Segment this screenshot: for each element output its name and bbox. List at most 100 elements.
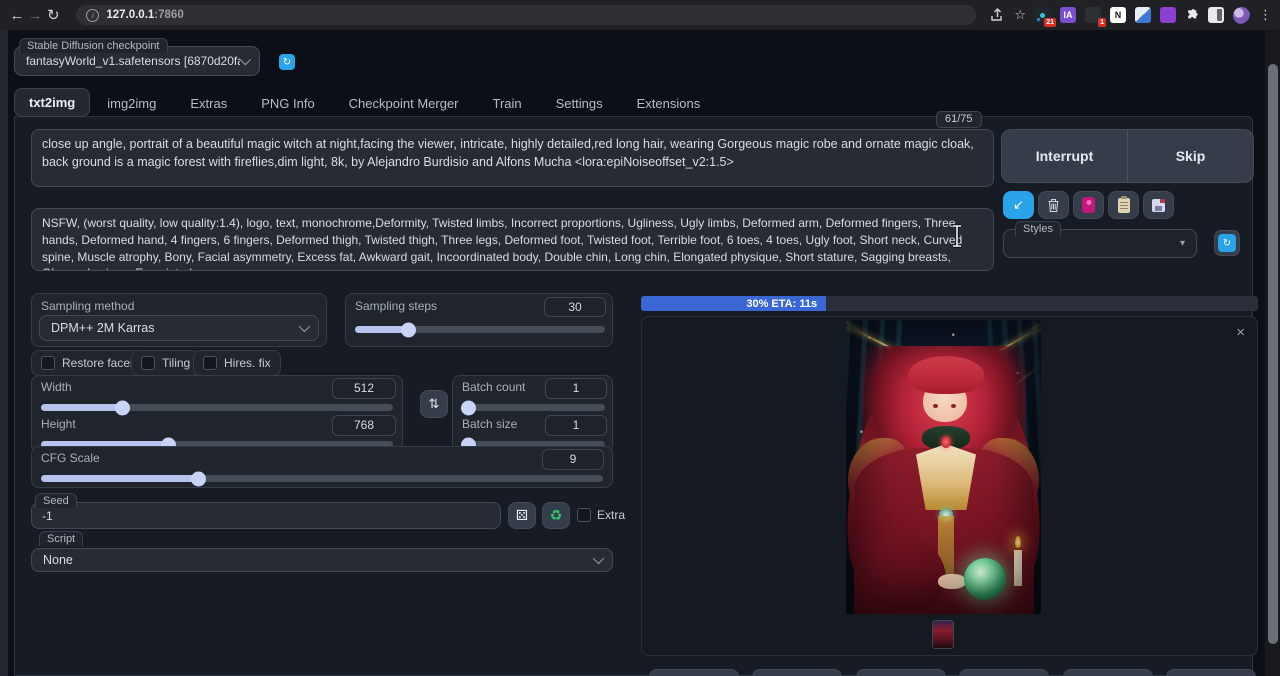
slider-fill[interactable] xyxy=(41,404,122,411)
extension-blue-icon[interactable] xyxy=(1135,7,1151,23)
text-cursor xyxy=(950,224,964,248)
token-counter: 61/75 xyxy=(936,111,982,128)
output-buttons-row xyxy=(649,669,1256,676)
site-info-icon[interactable]: i xyxy=(86,9,99,22)
txt2img-panel: 61/75 close up angle, portrait of a beau… xyxy=(14,116,1253,676)
output-button[interactable] xyxy=(649,669,739,676)
slider-fill[interactable] xyxy=(355,326,408,333)
tab-train[interactable]: Train xyxy=(476,90,539,117)
tab-extras[interactable]: Extras xyxy=(173,90,244,117)
output-button[interactable] xyxy=(1166,669,1256,676)
seed-extra-option[interactable]: Extra xyxy=(577,508,625,522)
script-dropdown[interactable]: None xyxy=(31,548,613,572)
tab-checkpoint-merger[interactable]: Checkpoint Merger xyxy=(332,90,476,117)
cfg-scale-label: CFG Scale xyxy=(41,451,100,465)
bookmark-star-icon[interactable]: ☆ xyxy=(1014,7,1026,23)
address-bar[interactable]: i 127.0.0.1:7860 xyxy=(76,5,976,25)
height-input[interactable]: 768 xyxy=(332,415,396,436)
cfg-scale-slider[interactable] xyxy=(41,475,603,482)
height-label: Height xyxy=(41,417,76,431)
slider-fill[interactable] xyxy=(41,475,198,482)
extension-violet-icon[interactable] xyxy=(1160,7,1176,23)
sampling-method-value: DPM++ 2M Karras xyxy=(51,321,155,335)
sidebar-panel-icon[interactable] xyxy=(1208,7,1224,23)
restore-faces-option[interactable]: Restore faces xyxy=(31,350,146,376)
batch-count-slider[interactable] xyxy=(462,404,605,411)
forward-icon[interactable]: → xyxy=(26,7,44,24)
sampling-steps-slider[interactable] xyxy=(355,326,605,333)
sampling-method-dropdown[interactable]: DPM++ 2M Karras xyxy=(39,315,319,341)
progress-fill: 30% ETA: 11s xyxy=(641,296,826,311)
batch-count-input[interactable]: 1 xyxy=(545,378,607,399)
tab-settings[interactable]: Settings xyxy=(539,90,620,117)
extension-camera-icon[interactable]: 1 xyxy=(1085,7,1101,23)
profile-avatar[interactable] xyxy=(1233,7,1250,24)
slider-fill[interactable] xyxy=(462,404,468,411)
tiling-label: Tiling xyxy=(162,356,190,370)
chevron-down-icon: ▾ xyxy=(1180,238,1185,249)
chevron-down-icon xyxy=(299,321,310,332)
generate-actions: Interrupt Skip xyxy=(1001,129,1254,183)
negative-prompt-textarea[interactable]: NSFW, (worst quality, low quality:1.4), … xyxy=(31,208,994,271)
tab-txt2img[interactable]: txt2img xyxy=(14,88,90,117)
restore-faces-label: Restore faces xyxy=(62,356,136,370)
extra-networks-button[interactable] xyxy=(1073,191,1104,219)
swap-dimensions-button[interactable]: ⇅ xyxy=(420,390,448,418)
hires-fix-checkbox[interactable] xyxy=(203,356,217,370)
progress-text: 30% ETA: 11s xyxy=(746,298,826,310)
skip-button[interactable]: Skip xyxy=(1128,130,1253,182)
generated-image[interactable] xyxy=(846,320,1041,614)
chevron-down-icon xyxy=(240,54,251,65)
dimensions-block: Width 512 Height 768 xyxy=(31,375,403,453)
reuse-seed-recycle-button[interactable]: ♻ xyxy=(542,502,570,529)
tiling-option[interactable]: Tiling xyxy=(131,350,200,376)
width-input[interactable]: 512 xyxy=(332,378,396,399)
tab-png-info[interactable]: PNG Info xyxy=(244,90,331,117)
sampling-steps-input[interactable]: 30 xyxy=(544,297,606,317)
random-seed-dice-button[interactable]: ⚄ xyxy=(508,502,536,529)
hires-fix-option[interactable]: Hires. fix xyxy=(193,350,281,376)
batch-size-input[interactable]: 1 xyxy=(545,415,607,436)
paste-generation-params-button[interactable]: ↙ xyxy=(1003,191,1034,219)
restore-faces-checkbox[interactable] xyxy=(41,356,55,370)
extensions-puzzle-icon[interactable] xyxy=(1185,8,1199,22)
tab-img2img[interactable]: img2img xyxy=(90,90,173,117)
url-host: 127.0.0.1 xyxy=(106,9,154,21)
tab-extensions[interactable]: Extensions xyxy=(620,90,718,117)
gallery-thumbnail[interactable] xyxy=(932,620,954,649)
clear-prompt-button[interactable] xyxy=(1038,191,1069,219)
batch-count-label: Batch count xyxy=(462,380,525,394)
width-slider[interactable] xyxy=(41,404,393,411)
main-tabs: txt2img img2img Extras PNG Info Checkpoi… xyxy=(14,89,717,117)
scrollbar-track[interactable] xyxy=(1265,30,1280,676)
prompt-textarea[interactable]: close up angle, portrait of a beautiful … xyxy=(31,129,994,187)
browser-menu-icon[interactable]: ⋮ xyxy=(1259,7,1272,23)
output-button[interactable] xyxy=(1063,669,1153,676)
close-icon[interactable]: × xyxy=(1236,325,1245,340)
batch-block: Batch count 1 Batch size 1 xyxy=(452,375,613,453)
extension-teal-icon[interactable]: 21 xyxy=(1035,7,1051,23)
save-floppy-icon xyxy=(1152,199,1165,212)
extension-badge: 1 xyxy=(1098,18,1106,27)
styles-refresh-button[interactable]: ↻ xyxy=(1214,230,1240,256)
tiling-checkbox[interactable] xyxy=(141,356,155,370)
output-button[interactable] xyxy=(959,669,1049,676)
width-label: Width xyxy=(41,380,72,394)
extension-ia-icon[interactable]: IA xyxy=(1060,7,1076,23)
apply-style-button[interactable] xyxy=(1108,191,1139,219)
save-style-button[interactable] xyxy=(1143,191,1174,219)
output-button[interactable] xyxy=(856,669,946,676)
output-button[interactable] xyxy=(752,669,842,676)
checkpoint-refresh-button[interactable]: ↻ xyxy=(279,54,295,70)
back-icon[interactable]: ← xyxy=(8,7,26,24)
seed-extra-checkbox[interactable] xyxy=(577,508,591,522)
scrollbar-thumb[interactable] xyxy=(1268,64,1278,644)
share-icon[interactable] xyxy=(990,8,1005,22)
sampling-method-label: Sampling method xyxy=(41,299,134,313)
seed-input[interactable]: -1 xyxy=(31,502,501,529)
cfg-scale-input[interactable]: 9 xyxy=(542,449,604,470)
reload-icon[interactable]: ↻ xyxy=(44,6,62,24)
interrupt-button[interactable]: Interrupt xyxy=(1002,130,1127,182)
extension-notion-icon[interactable]: N xyxy=(1110,7,1126,23)
clipboard-icon xyxy=(1118,198,1130,213)
